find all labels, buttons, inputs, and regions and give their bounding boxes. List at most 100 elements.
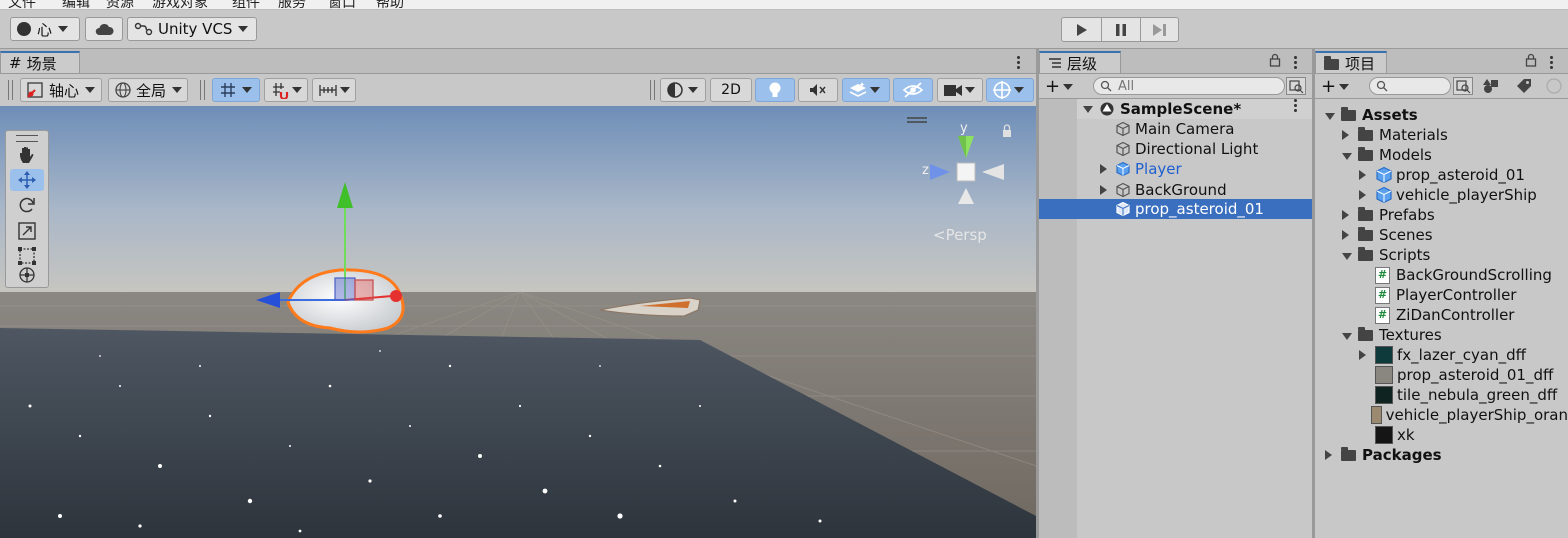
- project-item-script[interactable]: # PlayerController: [1315, 285, 1568, 305]
- project-item-folder[interactable]: Scripts: [1315, 245, 1568, 265]
- project-item-folder[interactable]: Scenes: [1315, 225, 1568, 245]
- project-item-script[interactable]: # BackGroundScrolling: [1315, 265, 1568, 285]
- pause-button[interactable]: [1102, 18, 1141, 41]
- tab-scene[interactable]: # 场景: [0, 51, 80, 73]
- camera-dropdown[interactable]: [937, 78, 983, 102]
- step-button[interactable]: [1141, 18, 1179, 41]
- create-asset-dropdown[interactable]: +: [1321, 76, 1350, 97]
- global-dropdown[interactable]: 全局: [108, 78, 188, 102]
- project-item-texture[interactable]: vehicle_playerShip_oran: [1315, 405, 1568, 425]
- tab-hierarchy[interactable]: 层级: [1039, 51, 1121, 73]
- create-dropdown[interactable]: +: [1045, 76, 1074, 97]
- gizmo-plane-handle[interactable]: [354, 279, 374, 301]
- gizmo-plane-handle[interactable]: [334, 277, 356, 301]
- menu-gameobject[interactable]: 游戏对象: [152, 0, 208, 9]
- effects-dropdown[interactable]: [842, 78, 890, 102]
- lock-icon[interactable]: [1269, 53, 1281, 67]
- project-item-model[interactable]: vehicle_playerShip: [1315, 185, 1568, 205]
- gizmo-center-cube[interactable]: [956, 162, 976, 182]
- expand-arrow-icon[interactable]: [1083, 105, 1093, 113]
- scale-tool[interactable]: [10, 220, 44, 242]
- cloud-button[interactable]: [85, 17, 123, 41]
- collapse-arrow-icon[interactable]: [1342, 226, 1352, 244]
- scene-menu-kebab[interactable]: [1017, 54, 1021, 71]
- menu-component[interactable]: 组件: [232, 0, 260, 9]
- favorites-icon[interactable]: [1545, 77, 1563, 95]
- account-dropdown[interactable]: 心: [10, 17, 80, 41]
- play-button[interactable]: [1062, 18, 1102, 41]
- menu-services[interactable]: 服务: [278, 0, 306, 9]
- menu-assets[interactable]: 资源: [106, 0, 134, 9]
- hierarchy-item-player[interactable]: Player: [1077, 159, 1312, 179]
- collapse-arrow-icon[interactable]: [1342, 206, 1352, 224]
- project-item-script[interactable]: # ZiDanController: [1315, 305, 1568, 325]
- hierarchy-item-main-camera[interactable]: Main Camera: [1077, 119, 1312, 139]
- hierarchy-item-background[interactable]: BackGround: [1077, 180, 1312, 200]
- project-item-folder[interactable]: Packages: [1315, 445, 1568, 465]
- scene-row[interactable]: SampleScene*: [1077, 99, 1312, 119]
- visibility-toggle[interactable]: [893, 78, 933, 102]
- project-item-model[interactable]: prop_asteroid_01: [1315, 165, 1568, 185]
- gizmos-dropdown[interactable]: [986, 78, 1034, 102]
- hand-tool[interactable]: [10, 144, 44, 166]
- move-tool[interactable]: [10, 169, 44, 191]
- mode-2d-toggle[interactable]: 2D: [710, 78, 752, 102]
- project-item-texture[interactable]: fx_lazer_cyan_dff: [1315, 345, 1568, 365]
- label-tag-icon[interactable]: [1515, 77, 1533, 95]
- lock-icon[interactable]: [1525, 53, 1537, 67]
- search-by-type-button[interactable]: [1286, 77, 1306, 95]
- hierarchy-menu-kebab[interactable]: [1294, 54, 1298, 71]
- hierarchy-item-prop-asteroid[interactable]: prop_asteroid_01: [1039, 199, 1312, 219]
- menu-edit[interactable]: 编辑: [62, 0, 90, 9]
- project-item-folder[interactable]: Assets: [1315, 105, 1568, 125]
- audio-toggle[interactable]: [798, 78, 838, 102]
- project-item-texture[interactable]: prop_asteroid_01_dff: [1315, 365, 1568, 385]
- project-menu-kebab[interactable]: [1550, 54, 1554, 71]
- transform-tool[interactable]: [10, 264, 44, 286]
- grid-snap-toggle[interactable]: [212, 78, 260, 102]
- project-item-folder[interactable]: Prefabs: [1315, 205, 1568, 225]
- pivot-dropdown[interactable]: 轴心: [20, 78, 102, 102]
- filter-by-type-icon[interactable]: [1482, 77, 1502, 95]
- hierarchy-item-directional-light[interactable]: Directional Light: [1077, 139, 1312, 159]
- project-item-folder[interactable]: Textures: [1315, 325, 1568, 345]
- shading-mode-dropdown[interactable]: [660, 78, 706, 102]
- tab-project[interactable]: 项目: [1315, 51, 1387, 73]
- project-item-folder[interactable]: Models: [1315, 145, 1568, 165]
- lock-icon[interactable]: [1003, 130, 1011, 137]
- drag-handle[interactable]: [200, 80, 205, 100]
- collapse-arrow-icon[interactable]: [1359, 346, 1369, 364]
- ruler-dropdown[interactable]: [312, 78, 356, 102]
- toolstrip-drag-handle[interactable]: [16, 135, 38, 142]
- drag-handle[interactable]: [8, 80, 13, 100]
- expand-arrow-icon[interactable]: [1100, 185, 1107, 195]
- expand-arrow-icon[interactable]: [1100, 164, 1107, 174]
- menu-window[interactable]: 窗口: [328, 0, 356, 9]
- scene-viewport[interactable]: y z <Persp: [0, 106, 1036, 538]
- expand-arrow-icon[interactable]: [1342, 146, 1352, 164]
- drag-handle[interactable]: [650, 80, 655, 100]
- project-item-texture[interactable]: xk: [1315, 425, 1568, 445]
- expand-arrow-icon[interactable]: [1342, 326, 1352, 344]
- gizmo-x-handle[interactable]: [390, 290, 402, 302]
- projection-label[interactable]: <Persp: [933, 226, 987, 244]
- expand-arrow-icon[interactable]: [1342, 246, 1352, 264]
- vcs-dropdown[interactable]: Unity VCS: [127, 17, 257, 41]
- project-item-texture[interactable]: tile_nebula_green_dff: [1315, 385, 1568, 405]
- collapse-arrow-icon[interactable]: [1325, 446, 1335, 464]
- collapse-arrow-icon[interactable]: [1359, 166, 1369, 184]
- collapse-arrow-icon[interactable]: [1342, 126, 1352, 144]
- increment-snap-dropdown[interactable]: [264, 78, 308, 102]
- hierarchy-search[interactable]: [1093, 77, 1285, 95]
- menu-file[interactable]: 文件: [8, 0, 36, 9]
- collapse-arrow-icon[interactable]: [1359, 186, 1369, 204]
- rotate-tool[interactable]: [10, 194, 44, 216]
- project-item-folder[interactable]: Materials: [1315, 125, 1568, 145]
- expand-arrow-icon[interactable]: [1325, 106, 1335, 124]
- hierarchy-search-input[interactable]: [1116, 77, 1280, 95]
- menu-help[interactable]: 帮助: [376, 0, 404, 9]
- project-search[interactable]: [1369, 77, 1451, 95]
- lighting-toggle[interactable]: [755, 78, 795, 102]
- scene-row-kebab[interactable]: [1294, 97, 1298, 114]
- search-by-type-button[interactable]: [1453, 77, 1473, 95]
